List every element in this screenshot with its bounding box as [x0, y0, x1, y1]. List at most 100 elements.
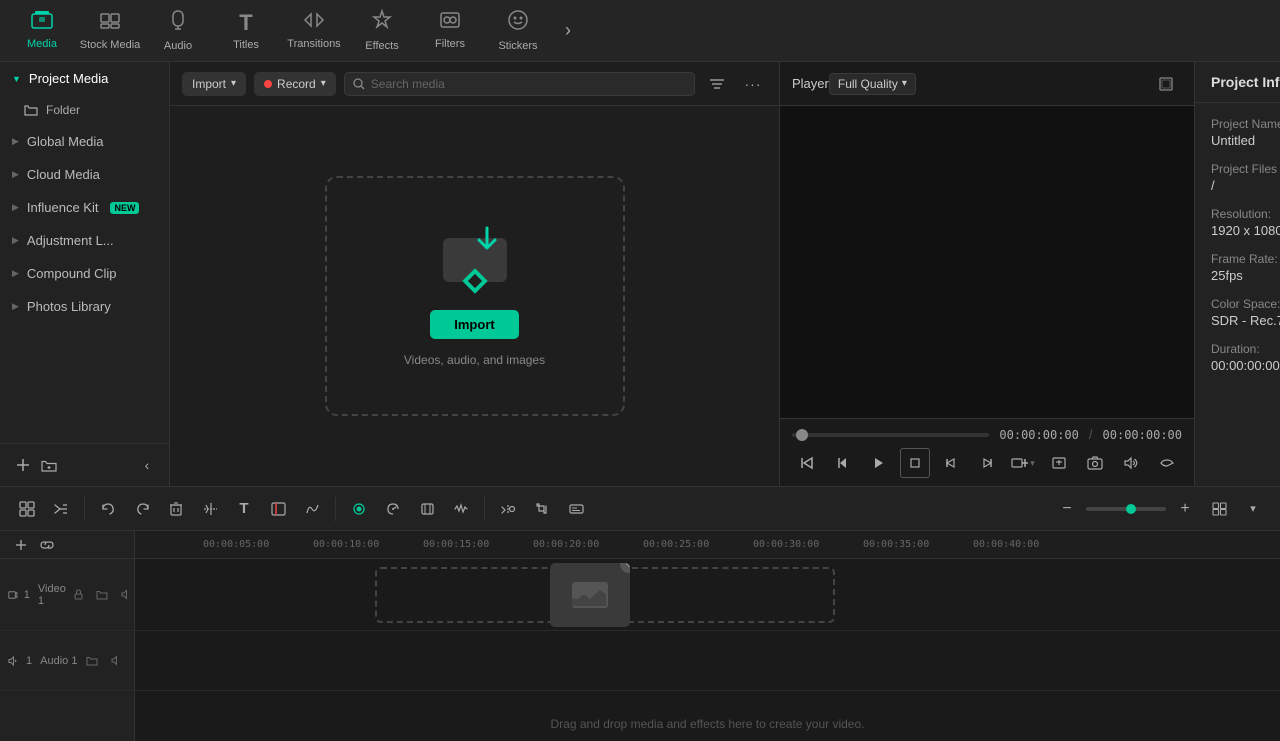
nav-item-filters[interactable]: Filters	[416, 3, 484, 59]
info-value-location: /	[1211, 178, 1280, 193]
tl-select-button[interactable]	[12, 494, 42, 524]
tl-audio-strip-button[interactable]	[446, 494, 476, 524]
sidebar-item-cloud-media[interactable]: ▶ Cloud Media	[0, 158, 169, 191]
import-dropzone: Import Videos, audio, and images	[325, 176, 625, 416]
timeline-track-labels: 1 Video 1	[0, 531, 135, 741]
nav-item-transitions[interactable]: Transitions	[280, 3, 348, 59]
ruler-mark-2: 00:00:10:00	[313, 539, 379, 550]
import-action-button[interactable]: Import	[430, 310, 518, 339]
step-back-button[interactable]	[828, 448, 858, 478]
record-button[interactable]: Record ▾	[254, 72, 336, 96]
timeline-area: 1 Video 1	[0, 531, 1280, 741]
filter-button[interactable]	[703, 70, 731, 98]
track-audio1-label: Audio 1	[40, 655, 77, 667]
filters-icon	[439, 11, 461, 35]
tl-curve-button[interactable]	[297, 494, 327, 524]
tl-trim-button[interactable]	[46, 494, 76, 524]
nav-item-titles[interactable]: T Titles	[212, 3, 280, 59]
zoom-slider[interactable]	[1086, 507, 1166, 511]
stop-icon	[910, 458, 920, 468]
link-icon	[40, 538, 54, 552]
tl-caption-button[interactable]	[561, 494, 591, 524]
quality-selector[interactable]: Full Quality ▾	[829, 73, 916, 95]
fullscreen-button[interactable]	[1150, 68, 1182, 100]
mark-out-button[interactable]	[972, 448, 1002, 478]
arrow-down-icon: ▼	[12, 74, 21, 84]
more-options-button[interactable]: ···	[739, 70, 767, 98]
import-button[interactable]: Import ▾	[182, 72, 246, 96]
sidebar-item-influence-kit[interactable]: ▶ Influence Kit NEW	[0, 191, 169, 224]
sidebar-item-project-media[interactable]: ▼ Project Media	[0, 62, 169, 95]
search-box[interactable]: Search media	[344, 72, 695, 96]
nav-item-audio[interactable]: Audio	[144, 3, 212, 59]
tl-delete-button[interactable]	[161, 494, 191, 524]
tl-grid-button[interactable]	[1204, 494, 1234, 524]
clip-color-icon	[271, 502, 286, 516]
preview-controls: 00:00:00:00 / 00:00:00:00	[780, 418, 1194, 486]
scrubber-handle[interactable]	[796, 429, 808, 441]
track-video1-lock-button[interactable]	[68, 585, 88, 605]
snapshot-button[interactable]	[1080, 448, 1110, 478]
nav-more-button[interactable]: ›	[552, 3, 584, 59]
track-audio1-mute-button[interactable]	[106, 651, 126, 671]
tl-clip-color-button[interactable]	[263, 494, 293, 524]
effects-icon	[371, 9, 393, 37]
tl-redo-button[interactable]	[127, 494, 157, 524]
sidebar-item-photos[interactable]: ▶ Photos Library	[0, 290, 169, 323]
track-audio1-folder-button[interactable]	[82, 651, 102, 671]
sidebar-item-adjustment[interactable]: ▶ Adjustment L...	[0, 224, 169, 257]
tl-stabilize-button[interactable]	[412, 494, 442, 524]
tl-ai-cut-button[interactable]	[493, 494, 523, 524]
track-video1-folder-button[interactable]	[92, 585, 112, 605]
cut-icon	[203, 502, 218, 516]
nav-item-stickers[interactable]: Stickers	[484, 3, 552, 59]
settings-icon	[1159, 456, 1175, 470]
scrubber[interactable]	[792, 433, 989, 437]
track-label-video1: 1 Video 1	[0, 559, 134, 631]
play-icon	[872, 456, 886, 470]
sidebar-collapse-button[interactable]: ‹	[135, 453, 159, 477]
add-track-button[interactable]	[8, 532, 34, 558]
tl-text-button[interactable]: T	[229, 494, 259, 524]
nav-item-media[interactable]: Media	[8, 3, 76, 59]
play-button[interactable]	[864, 448, 894, 478]
tl-more-button[interactable]: ▾	[1238, 494, 1268, 524]
append-button[interactable]: ▾	[1008, 448, 1038, 478]
skip-back-button[interactable]	[792, 448, 822, 478]
settings-button[interactable]	[1152, 448, 1182, 478]
stop-button[interactable]	[900, 448, 930, 478]
nav-item-stock[interactable]: Stock Media	[76, 3, 144, 59]
right-panel: Player Full Quality ▾ 00:0	[780, 62, 1194, 486]
zoom-out-button[interactable]: −	[1052, 494, 1082, 524]
track-video1-mute-button[interactable]	[116, 585, 136, 605]
stickers-icon	[507, 9, 529, 37]
volume-button[interactable]	[1116, 448, 1146, 478]
fit-to-screen-button[interactable]	[1044, 448, 1074, 478]
zoom-in-button[interactable]: +	[1170, 494, 1200, 524]
tl-record-button[interactable]	[344, 494, 374, 524]
tl-speed-button[interactable]	[378, 494, 408, 524]
video-clip[interactable]: +	[550, 563, 630, 627]
nav-item-effects[interactable]: Effects	[348, 3, 416, 59]
sidebar-item-global-media[interactable]: ▶ Global Media	[0, 125, 169, 158]
ruler-mark-1: 00:00:05:00	[203, 539, 269, 550]
mark-in-button[interactable]	[936, 448, 966, 478]
folder-button[interactable]	[36, 452, 62, 478]
tl-crop-button[interactable]	[527, 494, 557, 524]
timeline-ruler: 00:00:05:00 00:00:10:00 00:00:15:00 00:0…	[135, 531, 1280, 559]
transitions-icon	[303, 11, 325, 35]
add-media-button[interactable]	[10, 452, 36, 478]
titles-icon: T	[239, 10, 252, 36]
mark-in-icon	[944, 456, 958, 470]
select-tool-icon	[19, 501, 35, 517]
import-icon-stack	[435, 226, 515, 296]
info-label-name: Project Name:	[1211, 117, 1280, 131]
link-button[interactable]	[34, 532, 60, 558]
sidebar-photos-label: Photos Library	[27, 299, 111, 314]
sidebar-item-folder[interactable]: Folder	[0, 95, 169, 125]
tl-cut-button[interactable]	[195, 494, 225, 524]
sidebar-item-compound-clip[interactable]: ▶ Compound Clip	[0, 257, 169, 290]
tl-undo-button[interactable]	[93, 494, 123, 524]
sidebar-cloud-media-label: Cloud Media	[27, 167, 100, 182]
record-dot-icon	[264, 80, 272, 88]
